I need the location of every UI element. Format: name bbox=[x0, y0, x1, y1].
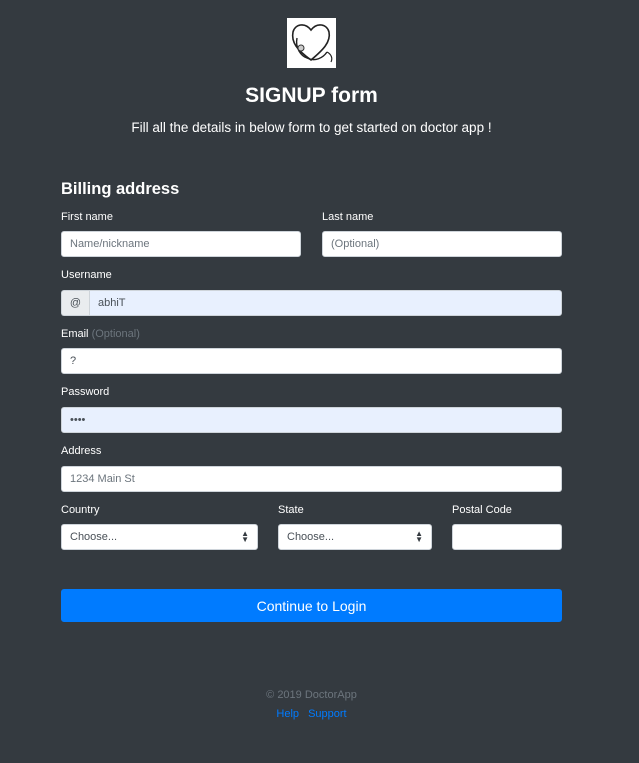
password-label: Password bbox=[61, 386, 110, 398]
copyright-text: © 2019 DoctorApp bbox=[266, 689, 357, 701]
page-title: SIGNUP form bbox=[245, 84, 378, 107]
last-name-input[interactable] bbox=[322, 231, 562, 257]
username-label: Username bbox=[61, 269, 112, 281]
first-name-input[interactable] bbox=[61, 231, 301, 257]
username-input-group: @ bbox=[61, 290, 562, 316]
footer-links: Help Support bbox=[0, 708, 623, 720]
support-link[interactable]: Support bbox=[308, 708, 347, 720]
address-label: Address bbox=[61, 445, 102, 457]
address-input[interactable] bbox=[61, 466, 562, 492]
country-label: Country bbox=[61, 504, 100, 516]
country-select[interactable]: Choose... ▲ ▼ bbox=[61, 524, 258, 550]
state-select[interactable]: Choose... ▲ ▼ bbox=[278, 524, 432, 550]
signup-page: SIGNUP form Fill all the details in belo… bbox=[0, 0, 639, 763]
username-input[interactable] bbox=[89, 290, 562, 316]
postal-code-label: Postal Code bbox=[452, 504, 512, 516]
continue-to-login-button[interactable]: Continue to Login bbox=[61, 589, 562, 622]
page-subtitle: Fill all the details in below form to ge… bbox=[131, 120, 492, 135]
select-caret-icon: ▲ ▼ bbox=[415, 529, 423, 544]
first-name-label: First name bbox=[61, 211, 113, 223]
heart-stethoscope-icon bbox=[287, 18, 336, 68]
postal-code-input[interactable] bbox=[452, 524, 562, 550]
email-input[interactable] bbox=[61, 348, 562, 374]
country-selected-value: Choose... bbox=[70, 531, 118, 543]
state-selected-value: Choose... bbox=[287, 531, 335, 543]
email-label-hint: (Optional) bbox=[91, 328, 140, 340]
email-label-text: Email bbox=[61, 328, 89, 340]
email-label: Email (Optional) bbox=[61, 328, 140, 340]
help-link[interactable]: Help bbox=[276, 708, 299, 720]
password-input[interactable] bbox=[61, 407, 562, 433]
section-title: Billing address bbox=[61, 180, 180, 198]
select-caret-icon: ▲ ▼ bbox=[241, 529, 249, 544]
last-name-label: Last name bbox=[322, 211, 374, 223]
username-prefix: @ bbox=[61, 290, 89, 316]
state-label: State bbox=[278, 504, 304, 516]
